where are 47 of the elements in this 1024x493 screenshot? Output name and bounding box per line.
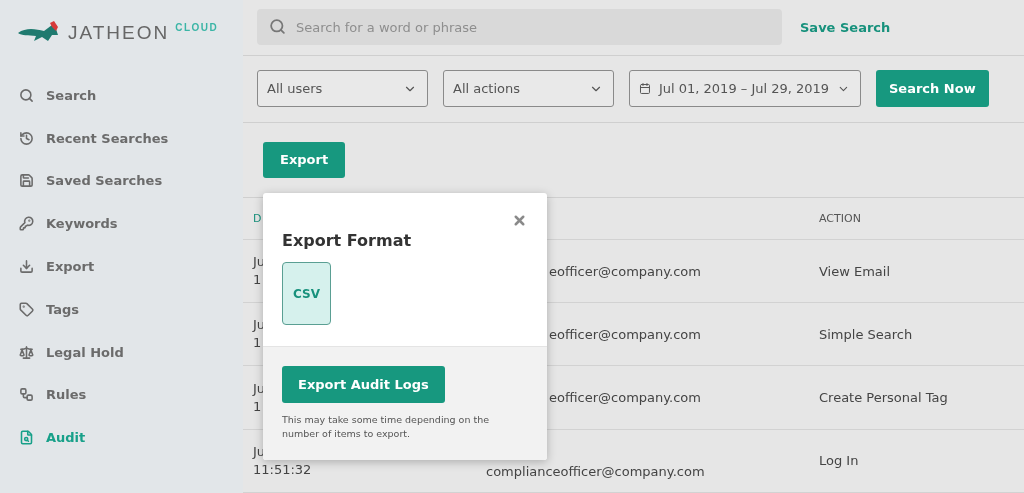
close-icon[interactable] <box>512 213 527 228</box>
export-note: This may take some time depending on the number of items to export. <box>282 413 491 441</box>
user-cell-text: eofficer@company.com <box>548 390 701 406</box>
user-cell-text: eofficer@company.com <box>548 263 701 279</box>
calendar-icon <box>639 82 651 96</box>
sidebar-item[interactable]: Tags <box>0 288 243 331</box>
key-icon <box>19 216 34 232</box>
date-cell-text: 11:51:32 <box>253 460 313 479</box>
download-icon <box>19 259 34 275</box>
sidebar-item[interactable]: Rules <box>0 373 243 417</box>
product-name: CLOUD <box>175 22 219 33</box>
date-cell-text: 1 <box>253 271 263 290</box>
sidebar-item[interactable]: Keywords <box>0 202 243 246</box>
sidebar-item[interactable]: Legal Hold <box>0 330 243 374</box>
save-icon <box>19 173 34 189</box>
sidebar-item[interactable]: Export <box>0 245 243 288</box>
action-cell-text: Log In <box>819 453 860 469</box>
search-field[interactable]: Search for a word or phrase <box>257 9 782 46</box>
export-button[interactable]: Export <box>263 141 346 178</box>
search-icon <box>269 18 286 36</box>
actions-dropdown[interactable]: All actions <box>443 70 614 108</box>
sidebar-item[interactable]: Audit <box>0 416 243 460</box>
user-cell-text: eofficer@company.com <box>548 326 701 342</box>
search-now-button[interactable]: Search Now <box>876 70 989 108</box>
export-audit-logs-button[interactable]: Export Audit Logs <box>282 366 445 403</box>
workflow-icon <box>19 387 34 403</box>
dialog-title: Export Format <box>282 231 413 250</box>
sidebar-item[interactable]: Search <box>0 74 243 117</box>
date-range-dropdown[interactable]: Jul 01, 2019 – Jul 29, 2019 <box>629 70 861 108</box>
action-cell-text: Simple Search <box>819 326 914 342</box>
date-cell-text: 1 <box>253 397 263 416</box>
action-cell-text: Create Personal Tag <box>819 390 949 406</box>
date-cell-text: 1 <box>253 334 263 353</box>
file-search-icon <box>19 430 34 446</box>
brand-name: JATHEON <box>68 22 170 44</box>
action-cell-text: View Email <box>819 263 892 279</box>
tag-icon <box>19 301 34 317</box>
search-icon <box>19 87 34 103</box>
column-header: D <box>253 211 263 225</box>
sidebar-item[interactable]: Recent Searches <box>0 116 243 160</box>
format-option[interactable]: CSV <box>282 262 331 325</box>
save-search-link[interactable]: Save Search <box>800 20 891 35</box>
sidebar-item[interactable]: Saved Searches <box>0 159 243 203</box>
column-header: ACTION <box>819 211 862 225</box>
users-dropdown[interactable]: All users <box>257 70 428 108</box>
history-icon <box>19 130 34 146</box>
scale-icon <box>19 344 34 360</box>
